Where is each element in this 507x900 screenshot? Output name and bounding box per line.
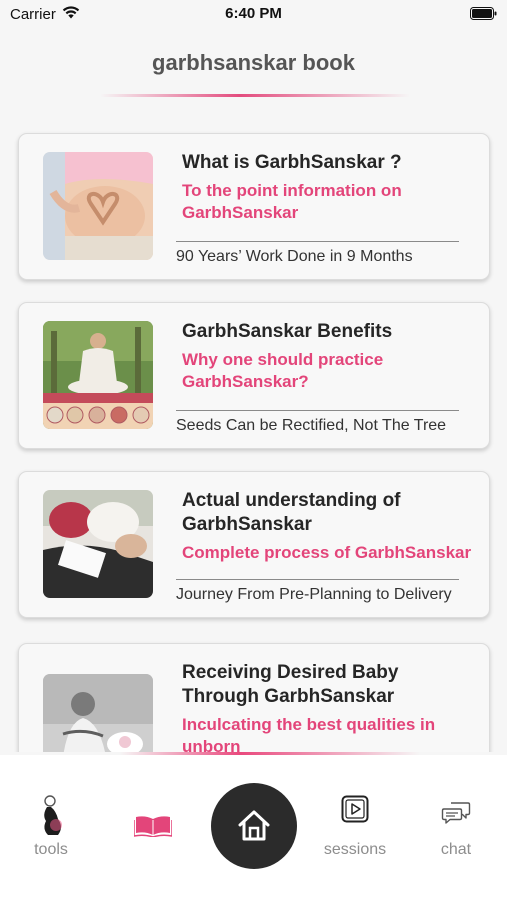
card-title: What is GarbhSanskar ? xyxy=(182,152,402,173)
title-underline xyxy=(100,94,410,97)
home-icon xyxy=(238,810,270,841)
status-time: 6:40 PM xyxy=(225,5,282,22)
book-chapter-list[interactable]: What is GarbhSanskar ? To the point info… xyxy=(0,118,507,752)
play-video-icon xyxy=(341,795,369,823)
nav-chat-label: chat xyxy=(440,841,472,858)
home-button[interactable] xyxy=(211,783,297,869)
card-footer: Journey From Pre-Planning to Delivery xyxy=(176,586,452,603)
nav-tools[interactable]: tools xyxy=(6,755,96,875)
nav-tools-label: tools xyxy=(34,841,68,858)
card-divider xyxy=(176,241,459,242)
card-title: Receiving Desired Baby Through GarbhSans… xyxy=(182,662,399,707)
pregnant-belly-heart-hands-image xyxy=(43,152,153,260)
card-subtitle: To the point information on GarbhSanskar xyxy=(182,181,402,222)
card-title: Actual understanding of GarbhSanskar xyxy=(182,490,401,535)
card-title: GarbhSanskar Benefits xyxy=(182,321,393,342)
card-divider xyxy=(176,410,459,411)
card-footer: Seeds Can be Rectified, Not The Tree xyxy=(176,417,447,434)
chapter-card-what-is-garbhsanskar[interactable]: What is GarbhSanskar ? To the point info… xyxy=(18,133,490,280)
card-divider xyxy=(176,579,459,580)
page-title: garbhsanskar book xyxy=(152,50,355,75)
battery-icon xyxy=(470,7,497,20)
card-subtitle: Complete process of GarbhSanskar xyxy=(182,543,472,562)
card-subtitle: Inculcating the best qualities in unborn xyxy=(182,715,436,752)
card-footer: 90 Years’ Work Done in 9 Months xyxy=(176,248,413,265)
nav-chat[interactable]: chat xyxy=(411,755,501,875)
nav-book[interactable] xyxy=(108,755,198,875)
nav-sessions[interactable]: sessions xyxy=(310,755,400,875)
chat-bubbles-icon xyxy=(441,802,471,824)
open-book-icon xyxy=(134,816,172,837)
card-subtitle: Why one should practice GarbhSanskar? xyxy=(182,350,384,391)
chapter-card-actual-understanding[interactable]: Actual understanding of GarbhSanskar Com… xyxy=(18,471,490,618)
chapter-card-benefits[interactable]: GarbhSanskar Benefits Why one should pra… xyxy=(18,302,490,449)
nav-sessions-label: sessions xyxy=(323,841,387,858)
pregnant-women-reading-image xyxy=(43,490,153,598)
chapter-card-desired-baby[interactable]: Receiving Desired Baby Through GarbhSans… xyxy=(18,643,490,752)
bottom-nav: tools sessions chat xyxy=(0,755,507,900)
pregnant-silhouette-icon xyxy=(44,795,62,835)
meditating-pregnant-woman-image xyxy=(43,321,153,429)
mother-dreaming-baby-image xyxy=(43,674,153,752)
status-bar: Carrier 6:40 PM xyxy=(0,0,507,28)
